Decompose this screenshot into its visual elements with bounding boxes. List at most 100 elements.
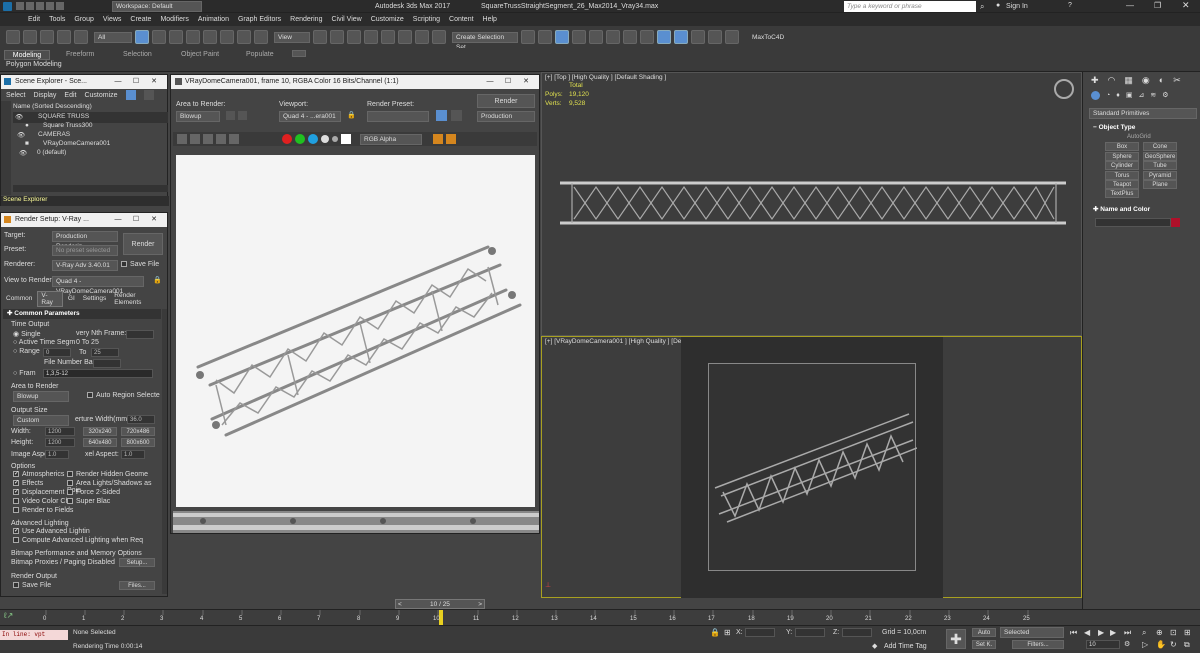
- systems-icon[interactable]: ⚙: [1162, 91, 1168, 99]
- vfb-viewport-dropdown[interactable]: Quad 4 - ...era001: [279, 111, 341, 122]
- orbit-icon[interactable]: ↻: [1170, 640, 1177, 649]
- percent-snap-icon[interactable]: [398, 30, 412, 44]
- undo-icon[interactable]: [6, 30, 20, 44]
- width-field[interactable]: 1200: [45, 427, 75, 436]
- align-icon[interactable]: [538, 30, 552, 44]
- search-icon[interactable]: ⌕: [980, 2, 984, 12]
- save-file-output-checkbox[interactable]: Save File: [13, 582, 51, 589]
- displacement-checkbox[interactable]: Displacement: [13, 489, 64, 496]
- bind-space-warp-icon[interactable]: [74, 30, 88, 44]
- se-item-cameras[interactable]: CAMERAS: [38, 131, 70, 138]
- use-advanced-lighting-checkbox[interactable]: Use Advanced Lightin: [13, 528, 90, 535]
- play-icon[interactable]: ▶: [1098, 628, 1104, 637]
- clear-image-icon[interactable]: [229, 134, 239, 144]
- pivot-center-icon[interactable]: [313, 30, 327, 44]
- geosphere-button[interactable]: GeoSphere: [1143, 152, 1177, 161]
- maximize-icon[interactable]: ❐: [1154, 1, 1161, 10]
- render-production-icon[interactable]: [691, 30, 705, 44]
- reference-coord-dropdown[interactable]: View: [274, 31, 310, 43]
- close-icon[interactable]: ✕: [145, 75, 163, 89]
- schematic-view-icon[interactable]: [623, 30, 637, 44]
- se-column-header[interactable]: Name (Sorted Descending): [13, 103, 92, 110]
- setup-button[interactable]: Setup...: [119, 558, 155, 567]
- range-from-field[interactable]: 0: [43, 348, 71, 357]
- menu-rendering[interactable]: Rendering: [290, 16, 322, 23]
- box-button[interactable]: Box: [1105, 142, 1139, 151]
- help-icon[interactable]: ?: [1068, 2, 1072, 9]
- ribbon-tab-populate[interactable]: Populate: [246, 51, 274, 58]
- hierarchy-tab-icon[interactable]: ▦: [1124, 75, 1133, 86]
- preset-640-button[interactable]: 640x480: [83, 438, 117, 447]
- vray-icon[interactable]: [725, 30, 739, 44]
- link-icon[interactable]: [40, 30, 54, 44]
- aperture-field[interactable]: 36.0: [127, 415, 155, 424]
- view-to-render-dropdown[interactable]: Quad 4 - VRayDomeCamera001: [52, 276, 144, 295]
- production-dropdown[interactable]: Production: [477, 111, 535, 122]
- next-key-icon[interactable]: ▶: [1110, 628, 1116, 637]
- plane-button[interactable]: Plane: [1143, 180, 1177, 189]
- ribbon-options-icon[interactable]: [292, 50, 306, 57]
- spinner-snap-icon[interactable]: [415, 30, 429, 44]
- output-size-dropdown[interactable]: Custom: [13, 415, 69, 426]
- eye-icon[interactable]: ●: [25, 122, 29, 129]
- frames-radio[interactable]: ○ Fram: [13, 370, 36, 377]
- key-filters-button[interactable]: Filters...: [1012, 640, 1064, 649]
- display-correction-icon[interactable]: [433, 134, 443, 144]
- maxscript-listener[interactable]: In line: vpt: [0, 630, 68, 640]
- preset-dropdown[interactable]: No preset selected: [52, 245, 118, 256]
- window-crossing-icon[interactable]: [186, 30, 200, 44]
- se-menu-select[interactable]: Select: [6, 92, 25, 99]
- vfb-preset-dropdown[interactable]: [367, 111, 429, 122]
- force-2-sided-checkbox[interactable]: Force 2-Sided: [67, 489, 120, 496]
- menu-help[interactable]: Help: [483, 16, 497, 23]
- eye-icon[interactable]: 👁: [15, 113, 23, 121]
- utilities-tab-icon[interactable]: ✂: [1173, 75, 1181, 86]
- preset-settings-icon[interactable]: [436, 110, 447, 121]
- se-menu-customize[interactable]: Customize: [84, 92, 117, 99]
- sign-in-button[interactable]: Sign In: [1006, 3, 1028, 10]
- toggle-layer-explorer-icon[interactable]: [572, 30, 586, 44]
- prev-key-icon[interactable]: ◀: [1084, 628, 1090, 637]
- go-to-end-icon[interactable]: ⏭: [1124, 628, 1131, 638]
- rotate-icon[interactable]: [220, 30, 234, 44]
- render-hidden-checkbox[interactable]: Render Hidden Geome: [67, 471, 148, 478]
- frame-buffer-titlebar[interactable]: VRayDomeCamera001, frame 10, RGBA Color …: [171, 75, 539, 89]
- se-item-square-truss300[interactable]: Square Truss300: [43, 122, 93, 129]
- video-color-checkbox[interactable]: Video Color Che: [13, 498, 73, 505]
- image-aspect-field[interactable]: 1.0: [45, 450, 69, 459]
- object-name-field[interactable]: [1095, 218, 1171, 227]
- close-icon[interactable]: ✕: [1182, 0, 1190, 11]
- toggle-scene-explorer-icon[interactable]: [555, 30, 569, 44]
- auto-region-checkbox[interactable]: Auto Region Selecte: [87, 392, 160, 399]
- curve-editor-icon[interactable]: [606, 30, 620, 44]
- timeline[interactable]: ℓ↗ < 10 / 25 > 0 1 2 3 4 5 6 7 8 9 10 11…: [0, 599, 1200, 625]
- current-frame-field[interactable]: 10: [1086, 640, 1120, 649]
- teapot-button[interactable]: Teapot: [1105, 180, 1139, 189]
- close-icon[interactable]: ✕: [517, 75, 535, 89]
- save-image-icon[interactable]: [177, 134, 187, 144]
- tab-gi[interactable]: GI: [65, 295, 78, 302]
- menu-create[interactable]: Create: [130, 16, 151, 23]
- sphere-button[interactable]: Sphere: [1105, 152, 1139, 161]
- vfb-area-dropdown[interactable]: Blowup: [176, 111, 220, 122]
- search-input[interactable]: Type a keyword or phrase: [844, 1, 976, 12]
- tube-button[interactable]: Tube: [1143, 161, 1177, 170]
- channel-dropdown[interactable]: RGB Alpha: [360, 133, 422, 145]
- maximize-icon[interactable]: ☐: [499, 75, 517, 89]
- set-key-button[interactable]: Set K.: [972, 640, 996, 649]
- category-dropdown[interactable]: Standard Primitives: [1089, 108, 1197, 119]
- prev-frame-icon[interactable]: <: [396, 600, 402, 609]
- ribbon-tab-modeling[interactable]: Modeling: [4, 50, 50, 60]
- viewport-top[interactable]: [+] [Top ] [High Quality ] [Default Shad…: [541, 72, 1082, 336]
- redo-quick-icon[interactable]: [56, 2, 64, 10]
- maximize-icon[interactable]: ☐: [127, 213, 145, 227]
- time-slider[interactable]: < 10 / 25 >: [395, 599, 485, 609]
- tab-vray[interactable]: V-Ray: [37, 290, 63, 307]
- viewport-camera[interactable]: [+] [VRayDomeCamera001 ] [High Quality ]…: [541, 336, 1082, 598]
- select-manipulate-icon[interactable]: [330, 30, 344, 44]
- minimize-icon[interactable]: —: [109, 213, 127, 227]
- menu-civil-view[interactable]: Civil View: [331, 16, 361, 23]
- menu-content[interactable]: Content: [449, 16, 474, 23]
- preset-720-button[interactable]: 720x486: [121, 427, 155, 436]
- vfb-render-button[interactable]: Render: [477, 94, 535, 108]
